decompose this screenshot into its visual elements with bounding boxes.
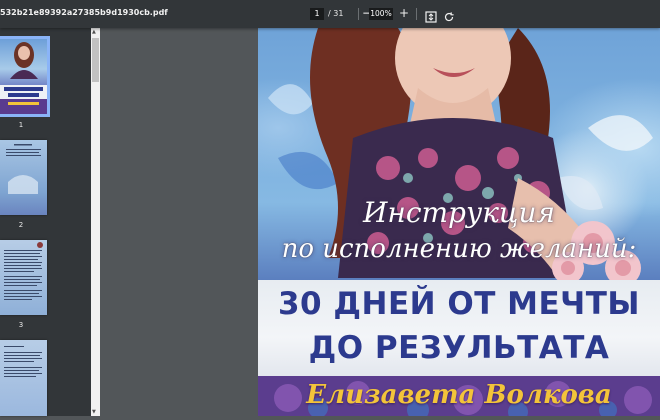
cover-author: Елизавета Волкова: [306, 380, 612, 410]
thumbnail-page-4[interactable]: [0, 340, 47, 416]
thumbnail-number: 3: [18, 321, 24, 329]
cover-subtitle-line-1: Инструкция: [362, 196, 556, 229]
thumbnail-sidebar: 1 2 3 ▲ ▼: [0, 28, 100, 416]
cover-subtitle-line-2: по исполнению желаний:: [281, 234, 637, 264]
toolbar-divider: [416, 8, 417, 20]
thumbnail-page-1[interactable]: [0, 36, 50, 117]
page-count: / 31: [328, 9, 344, 18]
scrollbar-thumb[interactable]: [92, 38, 99, 82]
pdf-page-cover: Инструкция по исполнению желаний: 30 ДНЕ…: [258, 28, 660, 416]
page-number-input[interactable]: 1: [310, 8, 324, 20]
scroll-up-arrow-icon[interactable]: ▲: [92, 29, 96, 35]
thumbnail-number: 1: [18, 121, 24, 129]
sidebar-scrollbar[interactable]: ▲ ▼: [91, 28, 100, 416]
thumbnail-page-2[interactable]: [0, 140, 47, 215]
file-name: 532b21e89392a27385b9d1930cb.pdf: [0, 8, 168, 17]
rotate-icon[interactable]: [443, 8, 455, 27]
cover-title-line-1: 30 ДНЕЙ ОТ МЕЧТЫ: [277, 286, 641, 322]
toolbar-divider: [358, 8, 359, 20]
pdf-toolbar: 532b21e89392a27385b9d1930cb.pdf 1 / 31 −…: [0, 0, 660, 28]
fit-to-page-icon[interactable]: [425, 8, 437, 27]
zoom-in-button[interactable]: +: [399, 6, 409, 20]
cover-title-line-2: ДО РЕЗУЛЬТАТА: [308, 330, 610, 366]
scroll-down-arrow-icon[interactable]: ▼: [92, 409, 96, 415]
zoom-level-input[interactable]: 100%: [369, 8, 393, 20]
thumbnail-number: 2: [18, 221, 24, 229]
thumbnail-page-3[interactable]: [0, 240, 47, 315]
